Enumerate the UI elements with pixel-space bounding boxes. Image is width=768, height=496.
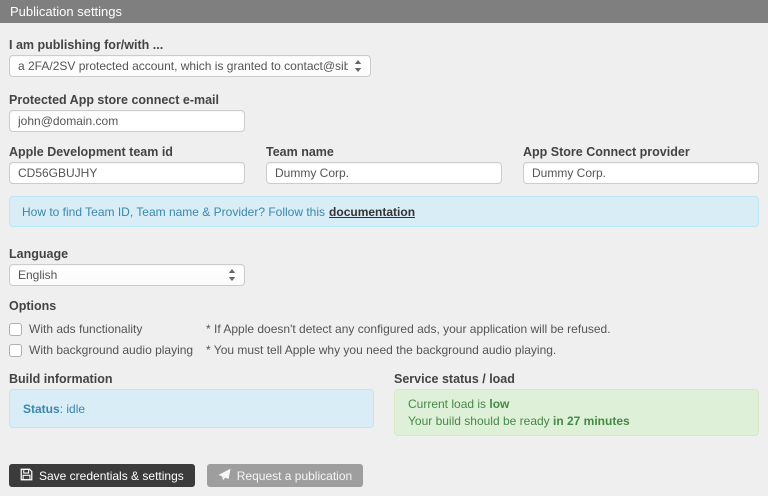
background-audio-note: * You must tell Apple why you need the b… (206, 343, 556, 358)
option-row-ads: With ads functionality * If Apple doesn'… (9, 322, 759, 337)
team-id-field[interactable] (9, 162, 245, 184)
with-ads-option[interactable]: With ads functionality (9, 322, 206, 337)
build-status-text: Status: idle (23, 402, 85, 416)
provider-label: App Store Connect provider (523, 145, 759, 160)
build-ready-text: Your build should be ready in 27 minutes (408, 413, 745, 430)
language-select-value: English (18, 268, 57, 282)
team-id-label: Apple Development team id (9, 145, 245, 160)
team-name-field[interactable] (266, 162, 502, 184)
provider-field[interactable] (523, 162, 759, 184)
select-updown-arrows-icon (228, 269, 236, 281)
email-label: Protected App store connect e-mail (9, 93, 759, 108)
page-title: Publication settings (10, 4, 122, 19)
ads-checkbox-label: With ads functionality (29, 322, 142, 337)
documentation-link[interactable]: documentation (329, 205, 415, 219)
help-info-text: How to find Team ID, Team name & Provide… (22, 205, 325, 219)
options-label: Options (9, 299, 759, 314)
publishing-select-value: a 2FA/2SV protected account, which is gr… (18, 59, 348, 73)
status-section: Build information Status: idle Service s… (9, 372, 759, 436)
publishing-label: I am publishing for/with ... (9, 38, 759, 53)
background-audio-checkbox[interactable] (9, 344, 22, 357)
publication-settings-form: I am publishing for/with ... a 2FA/2SV p… (0, 38, 768, 487)
build-information-label: Build information (9, 372, 374, 387)
save-credentials-button[interactable]: Save credentials & settings (9, 464, 195, 487)
service-load-box: Current load is low Your build should be… (394, 389, 759, 436)
action-buttons: Save credentials & settings Request a pu… (9, 464, 759, 487)
team-name-label: Team name (266, 145, 502, 160)
option-row-audio: With background audio playing * You must… (9, 343, 759, 358)
service-status-label: Service status / load (394, 372, 759, 387)
current-load-text: Current load is low (408, 396, 745, 413)
ads-note: * If Apple doesn't detect any configured… (206, 322, 611, 337)
help-info-banner: How to find Team ID, Team name & Provide… (9, 196, 759, 227)
select-updown-arrows-icon (354, 60, 362, 72)
page-header: Publication settings (0, 0, 768, 23)
save-icon (20, 468, 33, 484)
team-fields-row: Apple Development team id Team name App … (9, 145, 759, 184)
request-publication-button[interactable]: Request a publication (207, 464, 363, 487)
publishing-select[interactable]: a 2FA/2SV protected account, which is gr… (9, 55, 371, 77)
ads-checkbox[interactable] (9, 323, 22, 336)
background-audio-option[interactable]: With background audio playing (9, 343, 206, 358)
background-audio-checkbox-label: With background audio playing (29, 343, 193, 358)
save-button-label: Save credentials & settings (39, 469, 184, 483)
build-status-box: Status: idle (9, 389, 374, 428)
language-label: Language (9, 247, 759, 262)
email-field[interactable] (9, 110, 245, 132)
language-select[interactable]: English (9, 264, 245, 286)
request-button-label: Request a publication (237, 469, 352, 483)
paper-plane-icon (218, 468, 231, 484)
